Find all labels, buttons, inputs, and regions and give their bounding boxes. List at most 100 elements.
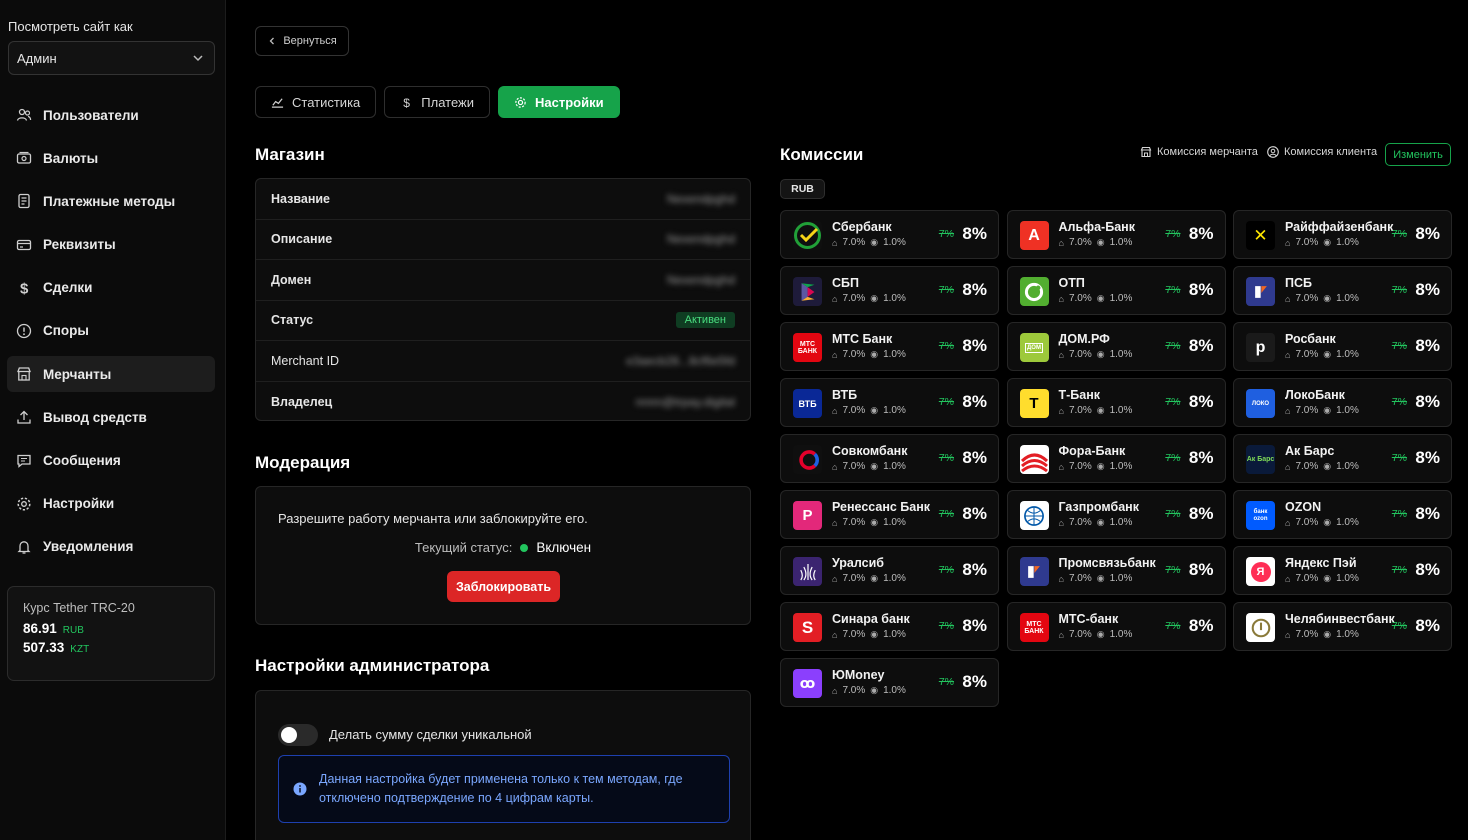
sbp-logo [793,277,822,306]
client-commission: 1.0% [1109,461,1133,472]
bank-card: Ак Барс Ак Барс ⌂ 7.0% ◉ 1.0% 7% 8% [1233,434,1452,483]
sidebar-item-dollar[interactable]: $ Сделки [7,270,215,306]
bank-name: OZON [1285,500,1322,514]
merchant-commission: 7.0% [1295,349,1319,360]
sidebar-item-store[interactable]: Мерчанты [7,356,215,393]
bank-name: Ак Барс [1285,444,1335,458]
rate-currency: RUB [62,625,84,636]
sidebar-item-alert[interactable]: Споры [7,313,215,349]
sidebar-item-users[interactable]: Пользователи [7,97,215,133]
user-icon: ◉ [1096,573,1105,583]
sidebar-item-label: Реквизиты [43,237,116,253]
svg-text:$: $ [404,96,411,109]
shop-row-label: Название [271,191,331,206]
store-icon: ⌂ [832,349,838,360]
old-commission: 7% [938,396,954,408]
bank-card: Промсвязьбанк ⌂ 7.0% ◉ 1.0% 7% 8% [1006,546,1226,595]
sidebar-item-gear[interactable]: Настройки [7,486,215,522]
bank-commission-details: ⌂ 7.0% ◉ 1.0% [1059,405,1133,416]
legend-merchant: Комиссия мерчанта [1140,146,1258,158]
user-icon: ◉ [1096,293,1105,303]
currency-badge[interactable]: RUB [780,179,825,199]
user-icon: ◉ [870,293,879,303]
moderation-text: Разрешите работу мерчанта или заблокируй… [278,511,588,526]
client-commission: 1.0% [883,629,906,640]
bank-commission-details: ⌂ 7.0% ◉ 1.0% [1285,517,1359,528]
bank-name: Совкомбанк [832,444,908,458]
client-commission: 1.0% [883,405,906,416]
view-as-select[interactable]: Админ [8,41,215,75]
shop-row-label: Владелец [271,394,333,409]
message-icon [16,453,32,469]
sidebar-item-message[interactable]: Сообщения [7,443,215,479]
tab-statistics[interactable]: Статистика [255,86,377,118]
bank-commission-details: ⌂ 7.0% ◉ 1.0% [1285,293,1359,304]
bank-card: ✕ Райффайзенбанк ⌂ 7.0% ◉ 1.0% 7% 8% [1233,210,1452,259]
sidebar-item-label: Настройки [43,496,115,512]
status-badge: Активен [675,312,735,329]
bank-card: Челябинвестбанк ⌂ 7.0% ◉ 1.0% 7% 8% [1233,602,1452,651]
old-commission: 7% [938,508,954,520]
user-icon: ◉ [1096,517,1105,527]
renaissance-logo: Р [793,501,822,530]
merchant-commission: 7.0% [842,237,866,248]
user-icon: ◉ [870,517,879,527]
yumoney-logo: ꝏ [793,669,822,698]
fora-logo [1019,445,1049,474]
store-icon: ⌂ [832,293,838,304]
alfa-logo: А [1019,221,1049,250]
client-commission: 1.0% [1336,461,1359,472]
shop-section-title: Магазин [255,145,325,164]
edit-commissions-button[interactable]: Изменить [1385,143,1451,166]
merchant-commission: 7.0% [1295,629,1319,640]
bank-name: Райффайзенбанк [1285,220,1394,234]
otp-logo [1019,277,1049,306]
store-icon [1140,146,1152,158]
client-commission: 1.0% [1109,293,1133,304]
block-merchant-button[interactable]: Заблокировать [447,571,560,602]
info-icon [293,782,307,796]
back-button[interactable]: Вернуться [255,26,349,56]
store-icon: ⌂ [1058,517,1064,528]
tab-payments[interactable]: $ Платежи [384,86,491,118]
alert-icon [16,323,32,339]
client-commission: 1.0% [1109,517,1133,528]
rate-currency: KZT [70,644,90,655]
sidebar-item-card[interactable]: Реквизиты [7,227,215,263]
sidebar-item-currency[interactable]: Валюты [7,140,215,176]
bank-card: МТС БАНК МТС-банк ⌂ 7.0% ◉ 1.0% 7% 8% [1006,602,1226,651]
merchant-commission: 7.0% [842,629,866,640]
bank-card: S Синара банк ⌂ 7.0% ◉ 1.0% 7% 8% [780,602,999,651]
shop-row-value: Nexendpghd [666,272,735,287]
client-commission: 1.0% [883,517,906,528]
bank-commission-grid: Сбербанк ⌂ 7.0% ◉ 1.0% 7% 8% А Альфа-Банк ⌂ 7.0% ◉ 1… [780,210,1452,707]
unique-amount-toggle[interactable] [278,724,318,746]
user-icon: ◉ [1323,629,1332,639]
total-commission: 8% [1415,448,1440,467]
merchant-commission: 7.0% [1295,293,1319,304]
tab-settings[interactable]: Настройки [498,86,620,118]
sidebar-item-bell[interactable]: Уведомления [7,529,215,565]
bank-name: ОТП [1058,276,1085,290]
promsvyaz-logo [1019,557,1049,586]
user-icon: ◉ [1323,573,1332,583]
raiffeisen-logo: ✕ [1246,221,1275,250]
bank-name: ПСБ [1285,276,1312,290]
client-commission: 1.0% [1336,293,1359,304]
client-commission: 1.0% [883,293,906,304]
shop-row-label: Домен [271,272,312,287]
total-commission: 8% [962,616,987,635]
merchant-commission: 7.0% [1068,517,1092,528]
sidebar-item-payment-methods[interactable]: Платежные методы [7,183,215,219]
bank-name: МТС Банк [832,332,893,346]
sinara-logo: S [793,613,822,642]
bank-name: Уралсиб [832,556,885,570]
old-commission: 7% [1165,508,1181,520]
bank-commission-details: ⌂ 7.0% ◉ 1.0% [832,517,906,528]
merchant-commission: 7.0% [1068,461,1092,472]
shop-row-value: Nexendpghd [666,191,735,206]
tbank-logo: Т [1019,389,1049,418]
merchant-commission: 7.0% [1295,461,1319,472]
sidebar-item-upload[interactable]: Вывод средств [7,399,215,435]
bank-name: Синара банк [832,612,910,626]
